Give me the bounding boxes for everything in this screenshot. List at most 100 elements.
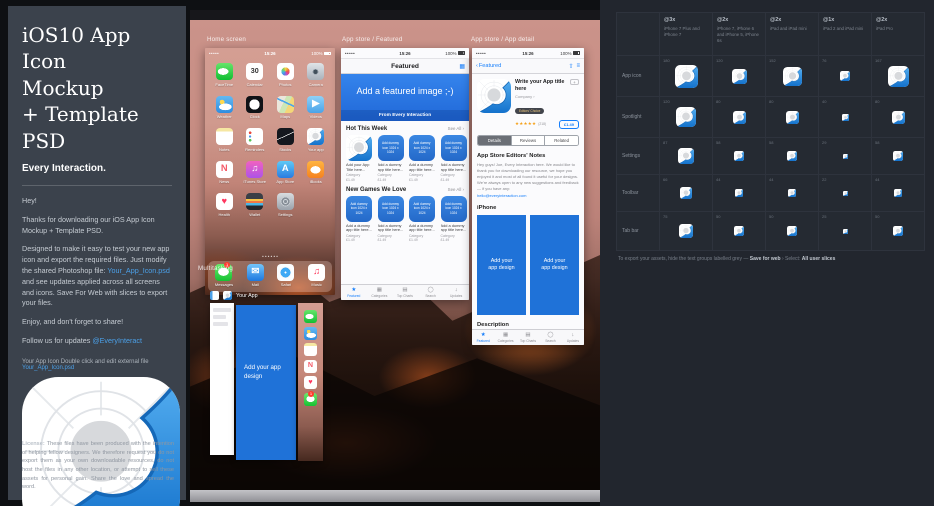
psd-file-link[interactable]: Your_App_Icon.psd — [107, 266, 169, 275]
tab-updates[interactable]: ↓Updates — [443, 285, 469, 300]
app-facetime[interactable]: FaceTime — [209, 63, 240, 87]
devices-label: iPad Pro — [876, 26, 920, 32]
app-messages[interactable]: 1 — [304, 393, 317, 406]
tab-categories[interactable]: ▦Categories — [494, 330, 516, 345]
app-card[interactable]: Add dummy icon 1024 x 1024Add a dummy ap… — [409, 196, 436, 243]
card-title: Add a dummy app title here... — [378, 163, 405, 172]
app-videos[interactable]: ▶Videos — [301, 96, 332, 120]
app-label: Weather — [217, 114, 232, 119]
back-button[interactable]: ‹Featured — [476, 59, 501, 73]
app-card[interactable]: Add dummy icon 1024 x 1024Add a dummy ap… — [378, 196, 405, 243]
size-px-label: 87 — [663, 140, 667, 145]
app-card[interactable]: Add dummy icon 1024 x 1024Add a dummy ap… — [441, 135, 468, 182]
placeholder-line — [213, 322, 228, 326]
health-glyph-icon: ♥ — [308, 379, 312, 386]
size-px-label: 22 — [822, 177, 826, 182]
home-screen-card[interactable]: N ♥ 1 — [298, 303, 323, 461]
appstore-featured-mockup: ••••• 15:26 100% Featured ▦ Add a featur… — [341, 48, 469, 300]
size-cell-settings-5: 58 — [872, 138, 924, 174]
app-notes[interactable] — [304, 343, 317, 356]
reminders-icon — [246, 128, 263, 145]
segment-reviews[interactable]: Reviews — [511, 136, 545, 145]
size-px-label: 50 — [716, 214, 720, 219]
section-header: Hot This Week See All › — [341, 121, 469, 135]
tab-featured[interactable]: ★Featured — [472, 330, 494, 345]
app-health[interactable]: ♥ — [304, 376, 317, 389]
brand-name: Every Interaction. — [22, 163, 172, 174]
app-clock[interactable]: Clock — [240, 96, 271, 120]
app-stocks[interactable]: Stocks — [270, 128, 301, 152]
price-button[interactable]: £1.49 — [559, 120, 579, 129]
app-weather[interactable] — [304, 327, 317, 340]
nav-title: Featured — [391, 63, 419, 70]
your-app-card[interactable]: Add your app design — [236, 305, 296, 460]
app-weather[interactable]: Weather — [209, 96, 240, 120]
menu-icon[interactable]: ≡ — [576, 63, 580, 69]
app-news[interactable]: N — [304, 360, 317, 373]
app-ibooks[interactable]: iBooks — [301, 161, 332, 185]
app-calendar[interactable]: 30Calendar — [240, 63, 271, 87]
screenshot-placeholder: Add your app design — [477, 215, 526, 315]
tab-featured[interactable]: ★Featured — [341, 285, 367, 300]
see-all-link[interactable]: See All › — [448, 187, 464, 192]
nav-bar: ‹Featured ⇧ ≡ — [472, 59, 584, 74]
size-px-label: 120 — [663, 99, 670, 104]
app-card[interactable]: Add your App Title here...Category£1.49 — [346, 135, 373, 182]
size-cell-app-icon-3: 152 — [766, 56, 818, 96]
tab-search[interactable]: ◯Search — [539, 330, 561, 345]
email-link[interactable]: hello@everyinteraction.com — [477, 193, 579, 198]
app-label: FaceTime — [215, 82, 233, 87]
featured-banner[interactable]: Add a featured image ;-) From Every Inte… — [341, 74, 469, 121]
tab-search[interactable]: ◯Search — [418, 285, 444, 300]
tab-updates[interactable]: ↓Updates — [562, 330, 584, 345]
app-health[interactable]: ♥Health — [209, 193, 240, 217]
size-px-label: 25 — [822, 214, 826, 219]
app-maps[interactable]: Maps — [270, 96, 301, 120]
app-wallet[interactable]: Wallet — [240, 193, 271, 217]
scale-label: @2x — [717, 17, 761, 24]
dummy-app-icon: Add dummy icon 1024 x 1024 — [409, 135, 435, 161]
info-panel: iOS10 App Icon Mockup + Template PSD Eve… — [8, 6, 186, 500]
app-label: App Store — [276, 179, 294, 184]
app-camera[interactable]: Camera — [301, 63, 332, 87]
app-settings[interactable]: Settings — [270, 193, 301, 217]
app-reminders[interactable]: Reminders — [240, 128, 271, 152]
tab-top-charts[interactable]: ▤Top Charts — [392, 285, 418, 300]
app-app-store[interactable]: AApp Store — [270, 161, 301, 185]
menu-bar — [190, 10, 600, 20]
app-news[interactable]: NNews — [209, 161, 240, 185]
app-card[interactable]: Add dummy icon 1024 x 1024Add a dummy ap… — [346, 196, 373, 243]
app-your-app[interactable]: Your app — [301, 128, 332, 152]
segment-related[interactable]: Related — [544, 136, 578, 145]
tab-label: Search — [545, 339, 555, 343]
app-label: Notes — [219, 147, 229, 152]
size-px-label: 58 — [716, 140, 720, 145]
app-card[interactable]: Add dummy icon 1024 x 1024Add a dummy ap… — [409, 135, 436, 182]
wishlist-plus-button[interactable]: + — [570, 79, 579, 85]
card-price: £1.49 — [409, 238, 436, 242]
card-price: £1.49 — [378, 178, 405, 182]
divider — [22, 185, 172, 186]
app-photos[interactable]: Photos — [270, 63, 301, 87]
app-itunes-store[interactable]: ♫iTunes Store — [240, 161, 271, 185]
size-cell-app-icon-4: 76 — [819, 56, 871, 96]
tab-top-charts[interactable]: ▤Top Charts — [517, 330, 539, 345]
search-icon: ◯ — [547, 333, 553, 339]
tab-categories[interactable]: ▦Categories — [367, 285, 393, 300]
share-icon[interactable]: ⇧ — [568, 63, 573, 70]
segment-details[interactable]: Details — [478, 136, 511, 145]
company-link[interactable]: Company › — [515, 94, 579, 99]
news-icon: N — [216, 161, 233, 178]
twitter-link[interactable]: @EveryInteract — [92, 336, 142, 345]
card-price: £1.49 — [441, 238, 468, 242]
app-card[interactable]: Add dummy icon 1024 x 1024Add a dummy ap… — [378, 135, 405, 182]
list-menu-icon[interactable]: ▦ — [459, 63, 465, 70]
app-card-partial[interactable] — [210, 303, 234, 455]
grid-row-label: App icon — [617, 56, 659, 96]
app-notes[interactable]: Notes — [209, 128, 240, 152]
greeting-text: Hey! — [22, 196, 172, 207]
app-facetime[interactable] — [304, 310, 317, 323]
see-all-link[interactable]: See All › — [448, 126, 464, 131]
app-card[interactable]: Add dummy icon 1024 x 1024Add a dummy ap… — [441, 196, 468, 243]
psd-file-link-2[interactable]: Your_App_Icon.psd — [22, 365, 74, 371]
